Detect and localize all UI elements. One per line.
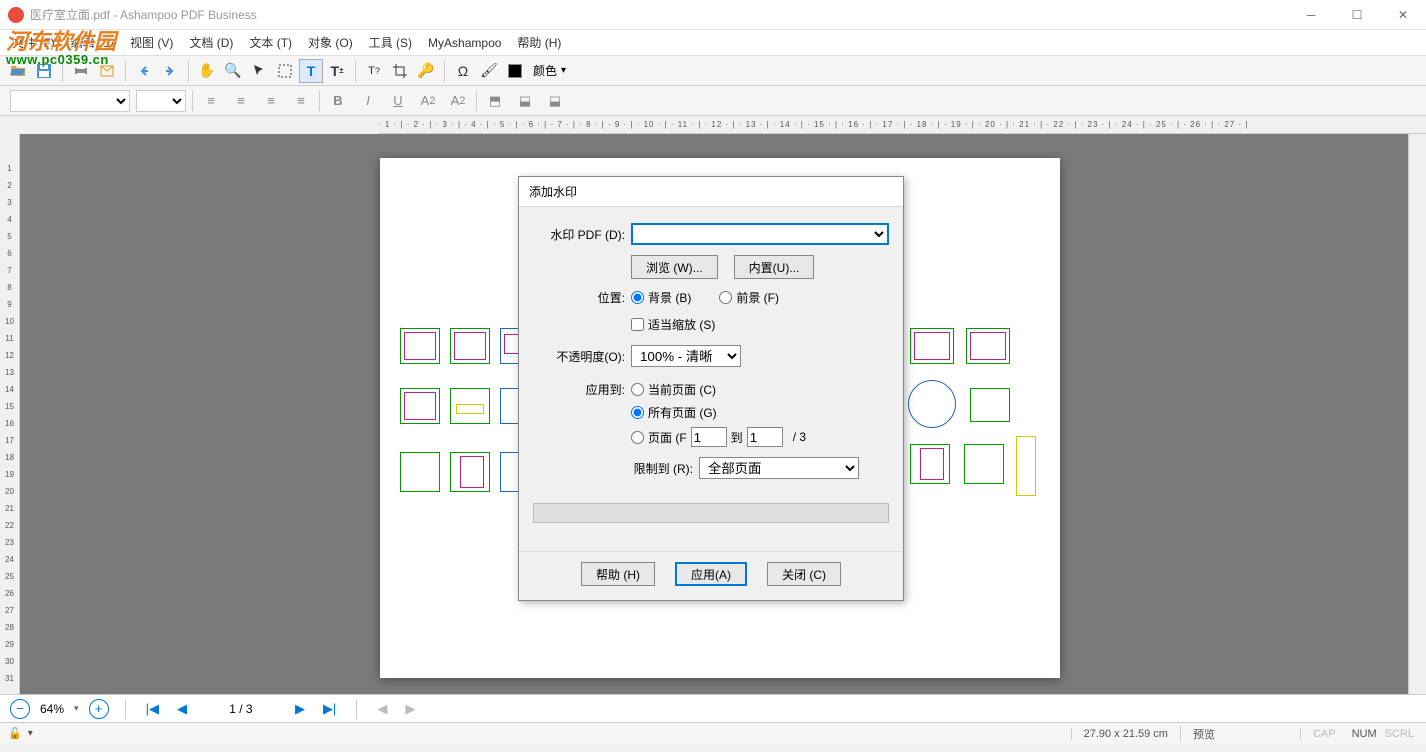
- brush-icon[interactable]: 🖌: [477, 59, 501, 83]
- bottom-nav: − 64% ▾ + |◀ ◀ ▶ ▶| ◀ ▶: [0, 694, 1426, 722]
- page-number-input[interactable]: [201, 702, 281, 716]
- text-edit-icon[interactable]: T±: [325, 59, 349, 83]
- close-dialog-button[interactable]: 关闭 (C): [767, 562, 841, 586]
- app-icon: [8, 7, 24, 23]
- align-justify-icon[interactable]: ≡: [289, 89, 313, 113]
- history-back-button[interactable]: ◀: [373, 701, 391, 717]
- lock-icon[interactable]: 🔑: [414, 59, 438, 83]
- background-radio[interactable]: [631, 291, 644, 304]
- omega-icon[interactable]: Ω: [451, 59, 475, 83]
- page-range-radio[interactable]: [631, 431, 644, 444]
- valign-bottom-icon[interactable]: ⬓: [543, 89, 567, 113]
- vertical-scrollbar[interactable]: [1408, 134, 1426, 694]
- ruler-vertical: 1234567891011121314151617181920212223242…: [0, 134, 20, 694]
- help-button[interactable]: 帮助 (H): [581, 562, 655, 586]
- align-right-icon[interactable]: ≡: [259, 89, 283, 113]
- text-char-icon[interactable]: T?: [362, 59, 386, 83]
- prev-page-button[interactable]: ◀: [173, 701, 191, 717]
- page-from-input[interactable]: [691, 427, 727, 447]
- limit-label: 限制到 (R):: [533, 460, 693, 477]
- color-swatch[interactable]: [503, 59, 527, 83]
- zoom-level: 64%: [40, 702, 64, 716]
- redo-icon[interactable]: [158, 59, 182, 83]
- menu-object[interactable]: 对象 (O): [302, 32, 359, 53]
- superscript-icon[interactable]: A2: [416, 89, 440, 113]
- num-indicator: NUM: [1348, 728, 1381, 740]
- dialog-title: 添加水印: [519, 177, 903, 207]
- font-family-select[interactable]: [10, 90, 130, 112]
- color-label: 颜色: [533, 62, 557, 79]
- apply-button[interactable]: 应用(A): [675, 562, 747, 586]
- menu-document[interactable]: 文档 (D): [183, 32, 239, 53]
- snapshot-icon[interactable]: [273, 59, 297, 83]
- history-forward-button[interactable]: ▶: [401, 701, 419, 717]
- format-toolbar: ≡ ≡ ≡ ≡ B I U A2 A2 ⬒ ⬓ ⬓: [0, 86, 1426, 116]
- subscript-icon[interactable]: A2: [446, 89, 470, 113]
- lock-status-icon: 🔓: [8, 727, 22, 740]
- text-select-icon[interactable]: T: [299, 59, 323, 83]
- browse-button[interactable]: 浏览 (W)...: [631, 255, 718, 279]
- ruler-horizontal: · 1 · | · 2 · | · 3 · | · 4 · | · 5 · | …: [378, 116, 1426, 134]
- minimize-button[interactable]: ─: [1288, 0, 1334, 30]
- all-pages-radio[interactable]: [631, 406, 644, 419]
- crop-icon[interactable]: [388, 59, 412, 83]
- font-size-select[interactable]: [136, 90, 186, 112]
- hand-icon[interactable]: ✋: [195, 59, 219, 83]
- open-icon[interactable]: [6, 59, 30, 83]
- align-left-icon[interactable]: ≡: [199, 89, 223, 113]
- underline-icon[interactable]: U: [386, 89, 410, 113]
- builtin-button[interactable]: 内置(U)...: [734, 255, 815, 279]
- watermark-dialog: 添加水印 水印 PDF (D): 浏览 (W)... 内置(U)... 位置: …: [518, 176, 904, 601]
- watermark-pdf-select[interactable]: [631, 223, 889, 245]
- menu-tools[interactable]: 工具 (S): [363, 32, 418, 53]
- limit-select[interactable]: 全部页面: [699, 457, 859, 479]
- menubar: 文件 (F) 编辑 (E) 视图 (V) 文档 (D) 文本 (T) 对象 (O…: [0, 30, 1426, 56]
- main-toolbar: ✋ 🔍 T T± T? 🔑 Ω 🖌 颜色 ▾: [0, 56, 1426, 86]
- email-icon[interactable]: [95, 59, 119, 83]
- menu-help[interactable]: 帮助 (H): [511, 32, 567, 53]
- position-label: 位置:: [533, 289, 625, 306]
- close-button[interactable]: ✕: [1380, 0, 1426, 30]
- menu-file[interactable]: 文件 (F): [6, 32, 61, 53]
- menu-view[interactable]: 视图 (V): [124, 32, 179, 53]
- page-to-input[interactable]: [747, 427, 783, 447]
- scrl-indicator: SCRL: [1381, 728, 1418, 740]
- progress-bar: [533, 503, 889, 523]
- zoom-out-button[interactable]: −: [10, 699, 30, 719]
- page-dimensions: 27.90 x 21.59 cm: [1071, 728, 1180, 740]
- maximize-button[interactable]: ☐: [1334, 0, 1380, 30]
- pointer-icon[interactable]: [247, 59, 271, 83]
- zoom-icon[interactable]: 🔍: [221, 59, 245, 83]
- statusbar: 🔓 ▾ 27.90 x 21.59 cm 预览 CAP NUM SCRL: [0, 722, 1426, 744]
- first-page-button[interactable]: |◀: [142, 701, 163, 717]
- menu-edit[interactable]: 编辑 (E): [65, 32, 120, 53]
- italic-icon[interactable]: I: [356, 89, 380, 113]
- current-page-radio[interactable]: [631, 383, 644, 396]
- next-page-button[interactable]: ▶: [291, 701, 309, 717]
- pdf-label: 水印 PDF (D):: [533, 226, 625, 243]
- foreground-radio[interactable]: [719, 291, 732, 304]
- last-page-button[interactable]: ▶|: [319, 701, 340, 717]
- cap-indicator: CAP: [1300, 728, 1348, 740]
- zoom-in-button[interactable]: +: [89, 699, 109, 719]
- titlebar: 医疗室立面.pdf - Ashampoo PDF Business ─ ☐ ✕: [0, 0, 1426, 30]
- opacity-select[interactable]: 100% - 清晰: [631, 345, 741, 367]
- align-center-icon[interactable]: ≡: [229, 89, 253, 113]
- apply-to-label: 应用到:: [533, 381, 625, 398]
- valign-top-icon[interactable]: ⬒: [483, 89, 507, 113]
- preview-mode: 预览: [1180, 726, 1300, 742]
- bold-icon[interactable]: B: [326, 89, 350, 113]
- print-icon[interactable]: [69, 59, 93, 83]
- scale-checkbox[interactable]: [631, 318, 644, 331]
- window-title: 医疗室立面.pdf - Ashampoo PDF Business: [30, 6, 257, 23]
- valign-middle-icon[interactable]: ⬓: [513, 89, 537, 113]
- menu-myashampoo[interactable]: MyAshampoo: [422, 34, 507, 52]
- opacity-label: 不透明度(O):: [533, 348, 625, 365]
- menu-text[interactable]: 文本 (T): [243, 32, 298, 53]
- save-icon[interactable]: [32, 59, 56, 83]
- undo-icon[interactable]: [132, 59, 156, 83]
